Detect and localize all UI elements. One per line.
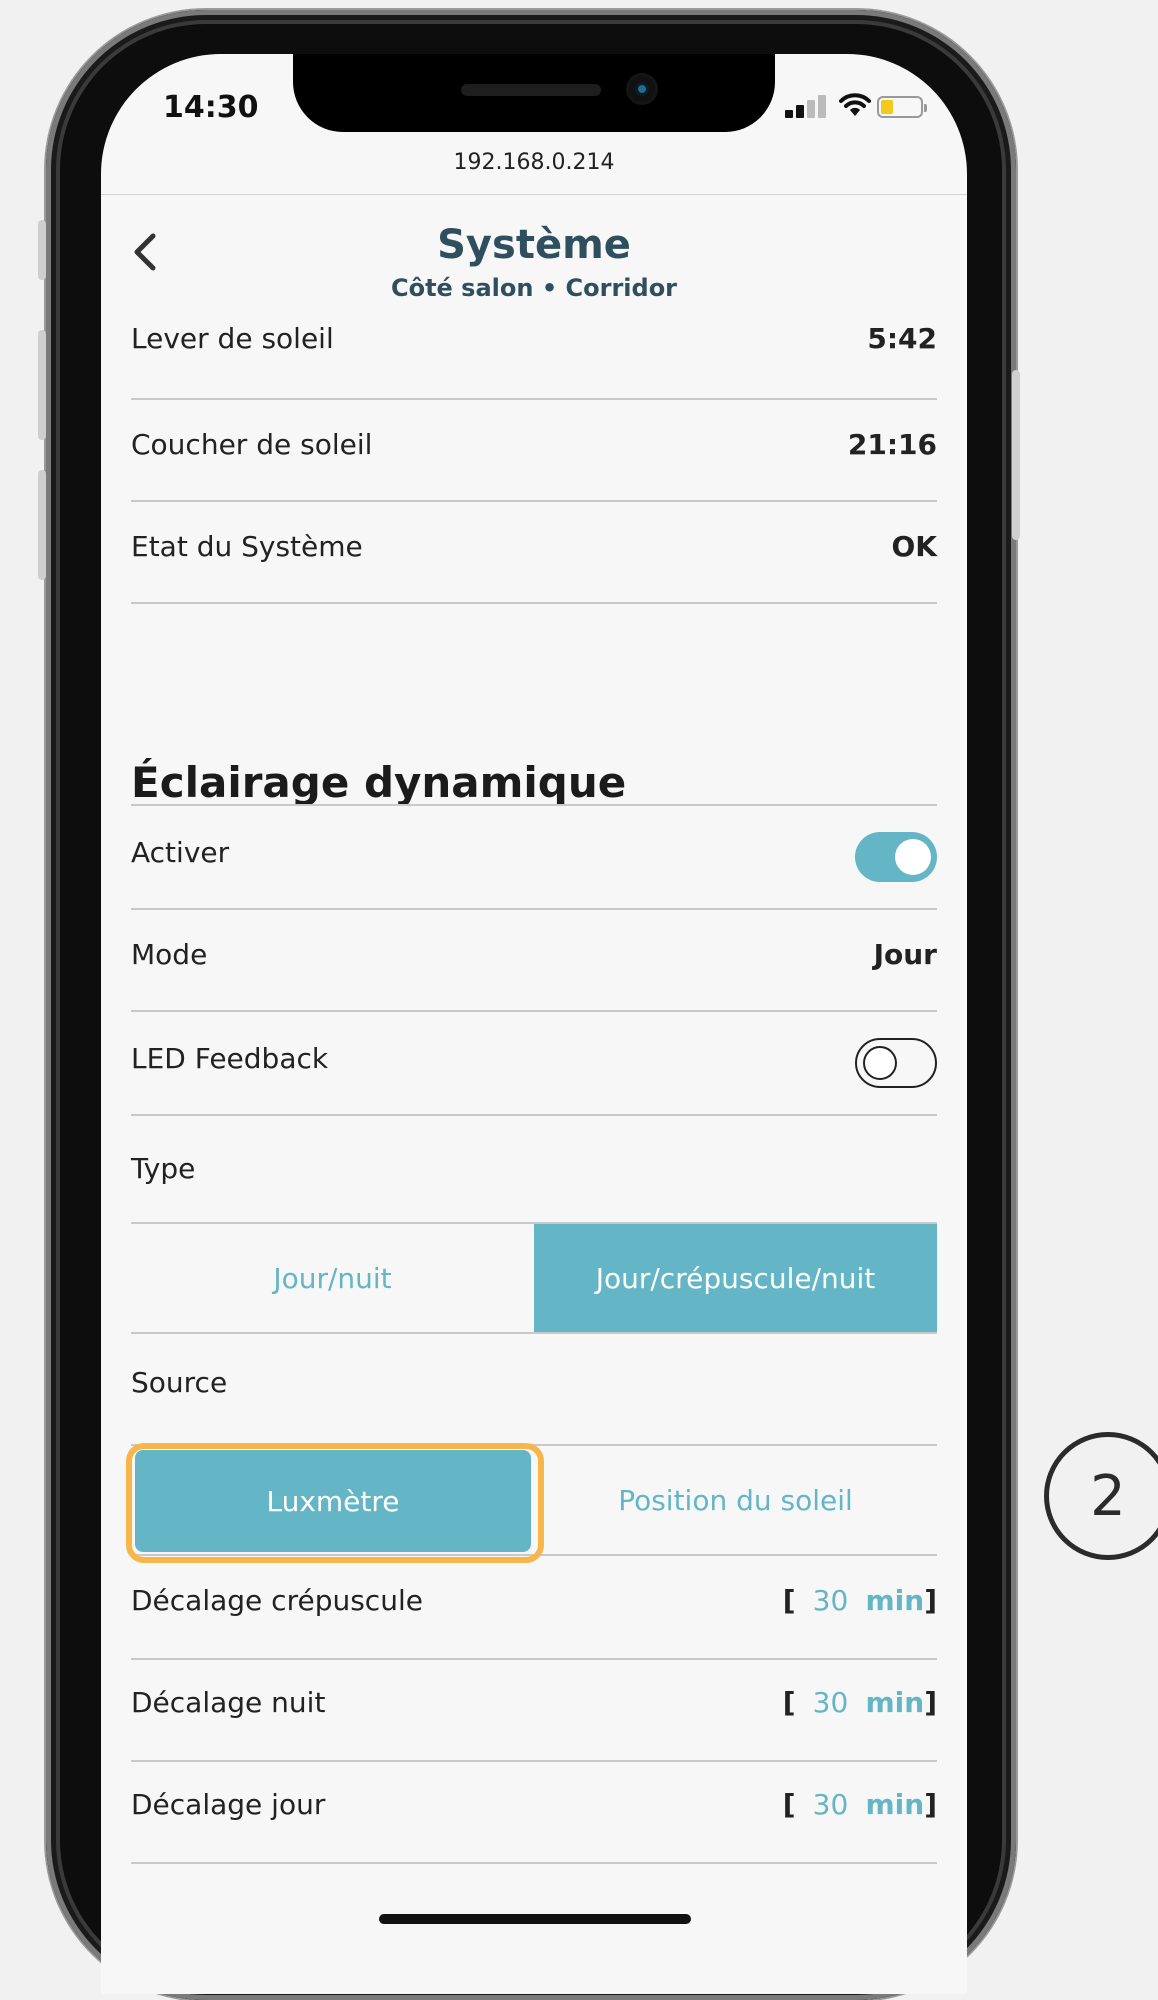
row-etat-systeme: Etat du Système OK [131, 500, 937, 604]
row-label: Coucher de soleil [131, 428, 373, 461]
source-option-position-soleil[interactable]: Position du soleil [534, 1446, 937, 1554]
row-decalage-jour: Décalage jour [30 min] [131, 1760, 937, 1864]
row-decalage-crepuscule: Décalage crépuscule [30 min] [131, 1556, 937, 1660]
bracket-open: [ [782, 1788, 796, 1821]
mute-switch [38, 220, 46, 280]
offset-input[interactable]: [30 min] [783, 1584, 937, 1617]
bracket-close: ] [924, 1584, 937, 1617]
page-title: Système [437, 222, 631, 268]
row-label: Décalage nuit [131, 1686, 326, 1719]
row-decalage-nuit: Décalage nuit [30 min] [131, 1658, 937, 1762]
phone-screen: 14:30 192.168.0.214 Système Côté salon •… [101, 54, 967, 1994]
volume-down-button [38, 470, 46, 580]
row-value: Jour [873, 938, 937, 971]
bracket-close: ] [924, 1686, 937, 1719]
step-badge: 2 [1044, 1432, 1158, 1560]
toggle-knob [895, 839, 931, 875]
page-subtitle: Côté salon • Corridor [390, 274, 678, 302]
offset-unit: min [865, 1584, 925, 1617]
bracket-close: ] [924, 1788, 937, 1821]
row-coucher-soleil: Coucher de soleil 21:16 [131, 398, 937, 502]
type-segmented-control: Jour/nuit Jour/crépuscule/nuit [131, 1222, 937, 1334]
row-label: Lever de soleil [131, 322, 334, 355]
row-label: Décalage jour [131, 1788, 326, 1821]
volume-up-button [38, 330, 46, 440]
offset-value[interactable]: 30 [795, 1584, 865, 1617]
offset-value[interactable]: 30 [795, 1788, 865, 1821]
highlight-outline [126, 1443, 544, 1563]
bracket-open: [ [782, 1686, 796, 1719]
row-label: LED Feedback [131, 1042, 329, 1075]
section-title: Éclairage dynamique [131, 758, 627, 807]
offset-value[interactable]: 30 [795, 1686, 865, 1719]
offset-unit: min [865, 1788, 925, 1821]
row-led-feedback: LED Feedback [131, 1012, 937, 1116]
battery-icon [877, 96, 927, 118]
row-label: Décalage crépuscule [131, 1584, 423, 1617]
divider [101, 194, 967, 195]
type-option-jour-nuit[interactable]: Jour/nuit [131, 1224, 534, 1332]
bracket-open: [ [782, 1584, 796, 1617]
offset-input[interactable]: [30 min] [783, 1788, 937, 1821]
front-camera [629, 76, 655, 102]
row-activer: Activer [131, 804, 937, 910]
speaker [461, 84, 601, 96]
type-option-jour-crepuscule-nuit[interactable]: Jour/crépuscule/nuit [534, 1224, 937, 1332]
row-mode: Mode Jour [131, 908, 937, 1012]
offset-input[interactable]: [30 min] [783, 1686, 937, 1719]
row-label: Source [131, 1366, 228, 1399]
row-value: OK [891, 530, 938, 563]
row-value: 21:16 [847, 428, 937, 461]
row-label: Type [131, 1152, 196, 1185]
toggle-knob [863, 1046, 897, 1080]
row-source: Source [131, 1334, 937, 1444]
led-feedback-toggle[interactable] [855, 1038, 937, 1088]
wifi-icon [839, 92, 871, 125]
activer-toggle[interactable] [855, 832, 937, 882]
row-value: 5:42 [867, 322, 937, 355]
notch [293, 54, 775, 132]
row-label: Etat du Système [131, 530, 363, 563]
power-button [1012, 370, 1020, 540]
row-type: Type [131, 1116, 937, 1224]
offset-unit: min [865, 1686, 925, 1719]
status-time: 14:30 [163, 90, 259, 125]
home-indicator[interactable] [379, 1914, 691, 1924]
status-icons [785, 92, 935, 122]
row-label: Mode [131, 938, 208, 971]
row-label: Activer [131, 836, 230, 869]
browser-url[interactable]: 192.168.0.214 [101, 150, 967, 175]
row-lever-soleil: Lever de soleil 5:42 [131, 314, 937, 400]
